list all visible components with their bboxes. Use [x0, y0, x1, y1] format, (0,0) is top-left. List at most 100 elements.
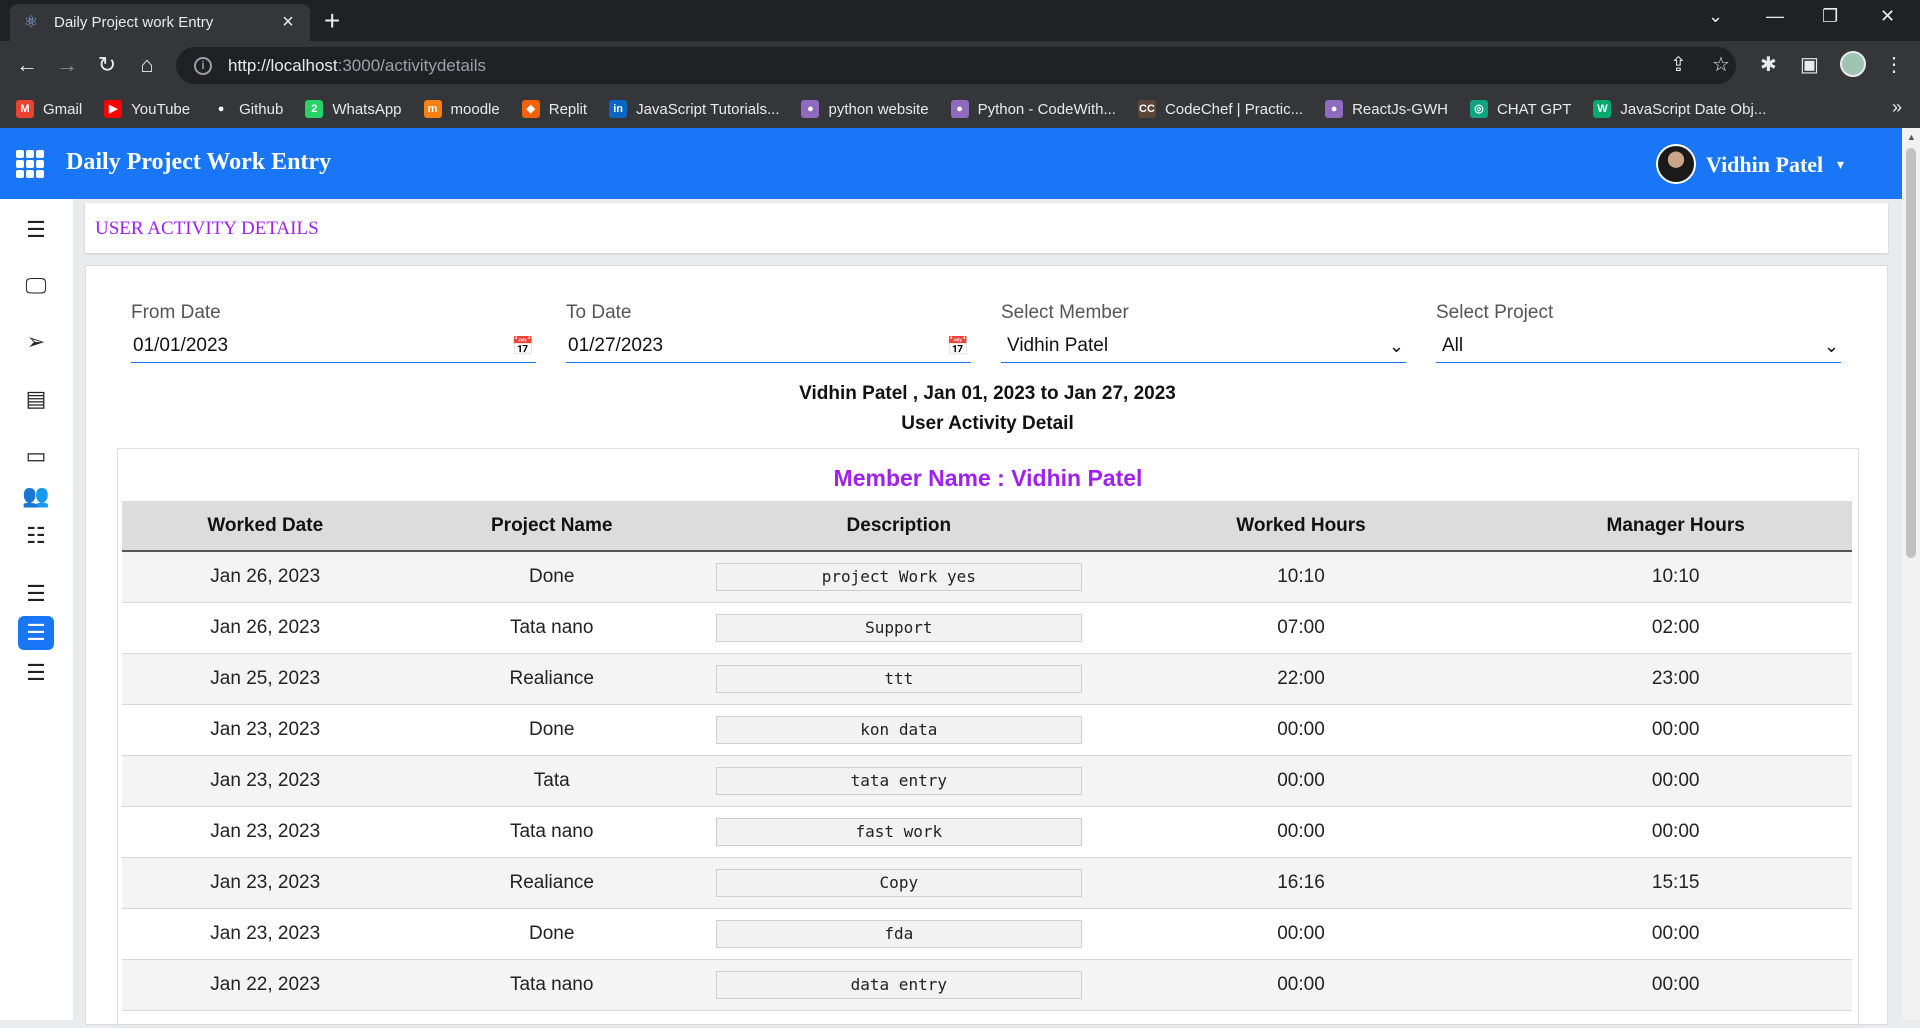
worked-hours-cell: 10:10 [1102, 551, 1500, 603]
page-scrollbar[interactable]: ▲ [1902, 128, 1920, 1020]
worked-hours-cell: 07:00 [1102, 602, 1500, 654]
address-toolbar: ← → ↻ ⌂ i http://localhost :3000/activit… [0, 41, 1920, 90]
bookmark-label: Github [239, 100, 284, 118]
reload-icon[interactable]: ↻ [92, 52, 122, 78]
bookmark-favicon-icon: CC [1137, 100, 1156, 118]
description-value: project Work yes [715, 562, 1082, 591]
bookmark-item[interactable]: ◆ Replit [521, 100, 587, 118]
description-cell: ttt [694, 653, 1103, 705]
browser-tab[interactable]: ⚛ Daily Project work Entry × [10, 4, 310, 41]
manager-hours-cell: 02:00 [1499, 602, 1852, 654]
from-date-value: 01/01/2023 [133, 335, 229, 356]
bookmarks-bar: M Gmail ▶ YouTube ● Github 2 WhatsApp m moodle ◆ Re… [0, 90, 1920, 128]
bookmark-item[interactable]: ● Github [212, 100, 284, 118]
minimize-icon[interactable]: — [1766, 6, 1784, 27]
description-value: Copy [715, 868, 1082, 897]
extensions-icon[interactable]: ✱ [1760, 52, 1777, 77]
apps-grid-icon[interactable] [16, 150, 44, 178]
url-bar[interactable]: i http://localhost :3000/activitydetails [176, 47, 1736, 84]
project-select-value: All [1442, 335, 1464, 356]
activity-list-icon[interactable]: ☰ [18, 616, 54, 650]
bookmark-label: Gmail [43, 100, 83, 118]
to-date-value: 01/27/2023 [568, 335, 664, 356]
list-box-icon[interactable]: ☰ [18, 577, 54, 611]
from-date-input[interactable]: 01/01/2023 📅 [131, 330, 536, 363]
project-name-cell: Tata nano [408, 602, 695, 654]
manager-hours-cell: 00:00 [1499, 806, 1852, 858]
description-cell: fast work [694, 806, 1103, 858]
menu-dots-icon[interactable]: ⋮ [1884, 52, 1904, 77]
description-value: Support [715, 613, 1082, 642]
calendar-icon[interactable]: 📅 [947, 336, 969, 357]
new-tab-icon[interactable]: + [324, 6, 340, 36]
close-tab-icon[interactable]: × [278, 11, 298, 34]
scroll-up-icon[interactable]: ▲ [1907, 132, 1916, 142]
scroll-thumb[interactable] [1906, 148, 1916, 558]
page-title: USER ACTIVITY DETAILS [95, 218, 319, 239]
activity-table: Worked Date Project Name Description Wor… [122, 501, 1852, 1011]
avatar[interactable] [1656, 144, 1696, 184]
bookmark-label: python website [828, 100, 929, 118]
caret-down-icon[interactable]: ▾ [1837, 156, 1844, 173]
user-menu-name[interactable]: Vidhin Patel [1706, 152, 1823, 178]
worked-date-cell: Jan 26, 2023 [122, 551, 409, 603]
member-select[interactable]: Vidhin Patel ⌄ [1001, 330, 1406, 363]
chevron-down-icon[interactable]: ⌄ [1708, 6, 1723, 27]
description-value: fast work [715, 817, 1082, 846]
bookmark-item[interactable]: M Gmail [16, 100, 82, 118]
description-value: ttt [715, 664, 1082, 693]
bookmark-item[interactable]: ● Python - CodeWith... [950, 100, 1116, 118]
member-select-label: Select Member [1001, 302, 1129, 323]
bookmark-favicon-icon: ● [217, 103, 225, 115]
bookmark-item[interactable]: ◎ CHAT GPT [1469, 100, 1571, 118]
description-cell: Copy [694, 857, 1103, 909]
to-date-input[interactable]: 01/27/2023 📅 [566, 330, 971, 363]
windows-icon[interactable]: ▭ [18, 439, 54, 473]
home-icon[interactable]: ⌂ [132, 52, 162, 78]
description-cell: tata entry [694, 755, 1103, 807]
monitor-icon[interactable]: 🖵 [18, 269, 54, 303]
user-list-icon[interactable]: ☷ [18, 519, 54, 553]
hamburger-menu-icon[interactable]: ☰ [18, 213, 54, 247]
bookmark-item[interactable]: CC CodeChef | Practic... [1137, 100, 1303, 118]
back-icon[interactable]: ← [12, 52, 42, 78]
bookmark-item[interactable]: 2 WhatsApp [305, 100, 402, 118]
close-window-icon[interactable]: ✕ [1880, 6, 1895, 27]
app-header: Daily Project Work Entry Vidhin Patel ▾ [0, 128, 1920, 199]
description-cell: fda [694, 908, 1103, 960]
project-select[interactable]: All ⌄ [1436, 330, 1841, 363]
share-icon[interactable]: ⇪ [1670, 52, 1687, 77]
column-header: Manager Hours [1499, 501, 1852, 552]
react-icon: ⚛ [23, 13, 39, 31]
forward-icon[interactable]: → [52, 52, 82, 78]
manager-hours-cell: 00:00 [1499, 755, 1852, 807]
info-icon[interactable]: i [194, 56, 212, 75]
list-icon[interactable]: ☰ [18, 656, 54, 690]
activity-table-card: Member Name : Vidhin Patel Worked Date P… [117, 448, 1859, 1028]
project-select-label: Select Project [1436, 302, 1554, 323]
restore-icon[interactable]: ❐ [1822, 6, 1838, 27]
browser-profile-avatar[interactable] [1840, 51, 1866, 77]
worked-hours-cell: 16:16 [1102, 857, 1500, 909]
sidebar: ☰ 🖵 ➢ ▤ ▭ 👥 ☷ ☰ ☰ ☰ [0, 199, 73, 1020]
calendar-icon[interactable]: 📅 [512, 336, 534, 357]
id-card-icon[interactable]: ▤ [18, 382, 54, 416]
bookmark-item[interactable]: m moodle [423, 100, 500, 118]
side-panel-icon[interactable]: ▣ [1800, 52, 1819, 77]
description-value: tata entry [715, 766, 1082, 795]
worked-date-cell: Jan 23, 2023 [122, 908, 409, 960]
bookmark-favicon-icon: W [1593, 100, 1612, 118]
bookmark-label: JavaScript Date Obj... [1620, 100, 1767, 118]
bookmark-item[interactable]: ● ReactJs-GWH [1325, 100, 1448, 118]
bookmark-star-icon[interactable]: ☆ [1712, 52, 1730, 77]
bookmark-item[interactable]: in JavaScript Tutorials... [609, 100, 779, 118]
app-title: Daily Project Work Entry [66, 149, 332, 175]
bookmark-item[interactable]: W JavaScript Date Obj... [1593, 100, 1766, 118]
users-icon[interactable]: 👥 [18, 479, 54, 513]
bookmark-item[interactable]: ● python website [801, 100, 929, 118]
bookmark-favicon-icon: ● [801, 100, 820, 118]
send-icon[interactable]: ➢ [18, 325, 54, 359]
bookmark-item[interactable]: ▶ YouTube [104, 100, 190, 118]
more-bookmarks-icon[interactable]: » [1892, 97, 1902, 118]
to-date-field: To Date 01/27/2023 📅 [566, 302, 971, 363]
